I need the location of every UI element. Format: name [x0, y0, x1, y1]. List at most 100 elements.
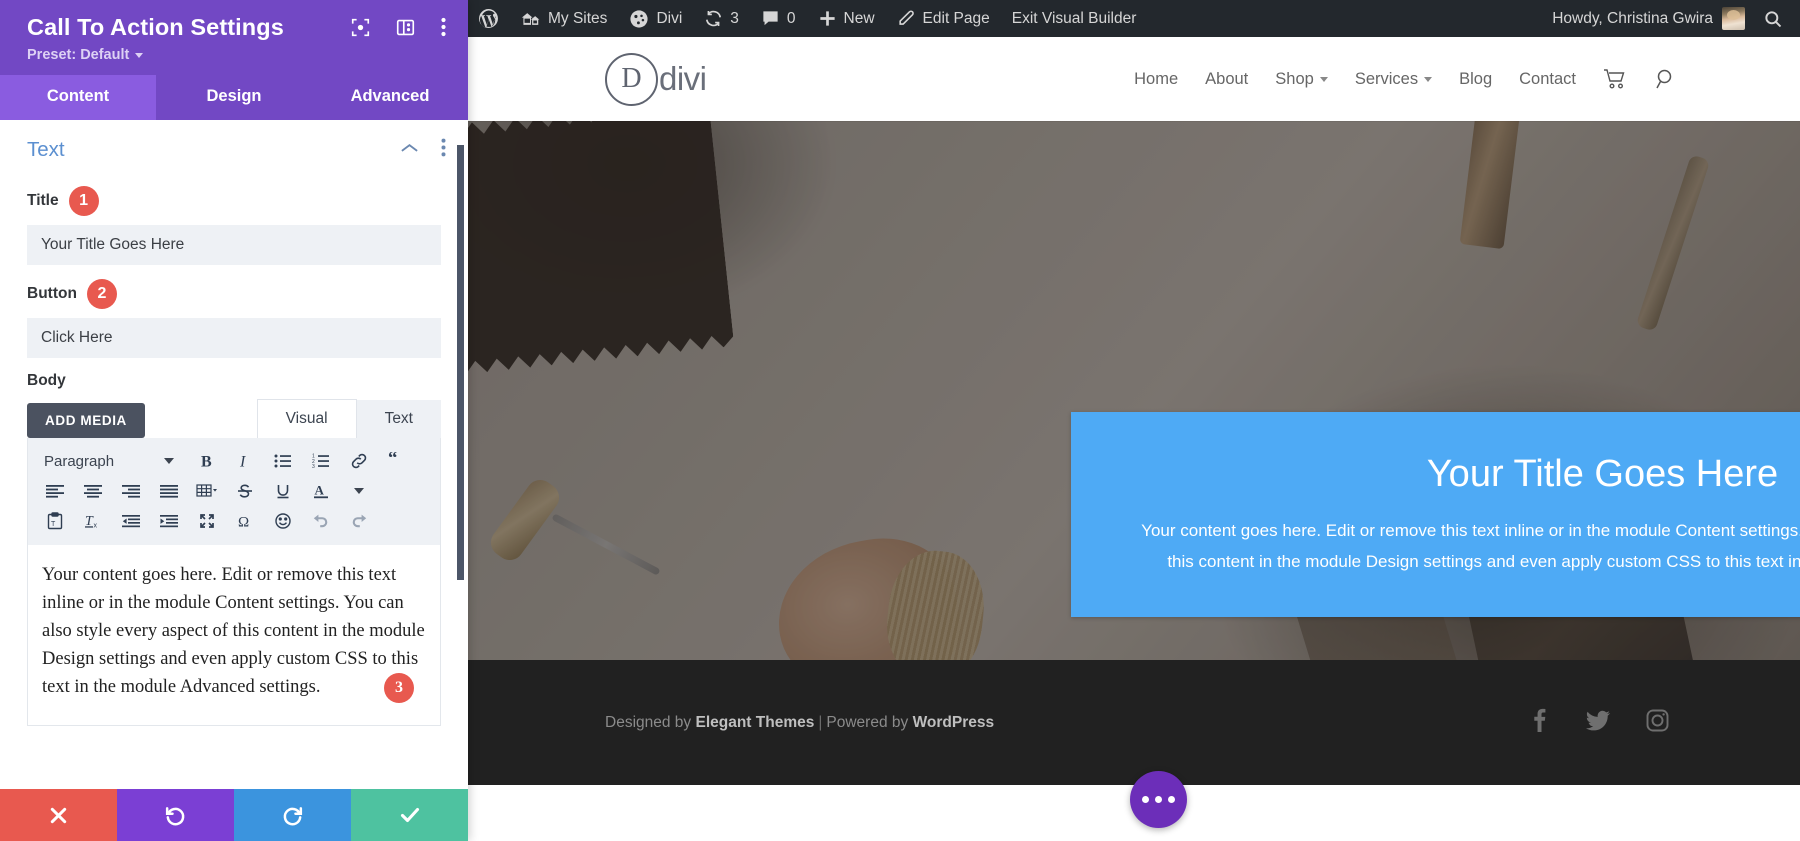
- adminbar-edit-page[interactable]: Edit Page: [886, 0, 1001, 37]
- chevron-up-icon[interactable]: [400, 141, 419, 159]
- tab-advanced[interactable]: Advanced: [312, 75, 468, 120]
- clear-formatting-icon[interactable]: Tx: [76, 506, 110, 536]
- preset-label: Preset: Default: [27, 47, 130, 63]
- redo-button[interactable]: [234, 789, 351, 841]
- nav-item-services[interactable]: Services: [1355, 70, 1433, 89]
- redo-icon[interactable]: [342, 506, 376, 536]
- nav-item-contact[interactable]: Contact: [1519, 70, 1576, 89]
- tab-design[interactable]: Design: [156, 75, 312, 120]
- annotation-badge-2: 2: [86, 279, 117, 309]
- instagram-icon[interactable]: [1645, 708, 1670, 738]
- divi-icon: [629, 9, 649, 29]
- adminbar-my-sites[interactable]: My Sites: [510, 0, 618, 37]
- editor-mode-tabs: Visual Text: [256, 399, 441, 438]
- focus-frame-icon[interactable]: [351, 18, 370, 37]
- text-color-icon[interactable]: A: [304, 476, 338, 506]
- adminbar-divi[interactable]: Divi: [618, 0, 693, 37]
- site-logo[interactable]: D divi: [605, 52, 707, 106]
- format-select-caret[interactable]: [152, 446, 186, 476]
- section-actions: [400, 138, 446, 162]
- save-button[interactable]: [351, 789, 468, 841]
- body-field-group: Body ADD MEDIA Visual Text Paragraph B I…: [0, 372, 468, 726]
- text-section-header: Text: [0, 120, 468, 172]
- add-media-button[interactable]: ADD MEDIA: [27, 403, 145, 438]
- undo-icon[interactable]: [304, 506, 338, 536]
- chevron-down-icon: [135, 52, 144, 58]
- chevron-down-icon: [1424, 76, 1433, 82]
- discard-changes-button[interactable]: [0, 789, 117, 841]
- tab-content[interactable]: Content: [0, 75, 156, 120]
- shopping-cart-icon[interactable]: [1603, 68, 1627, 90]
- button-text-input[interactable]: [27, 318, 441, 358]
- footer-separator: |: [818, 713, 823, 731]
- nav-item-blog[interactable]: Blog: [1459, 70, 1492, 89]
- panel-scrollbar[interactable]: [457, 145, 464, 580]
- align-center-icon[interactable]: [76, 476, 110, 506]
- adminbar-new[interactable]: New: [807, 0, 886, 37]
- cta-module[interactable]: Your Title Goes Here Your content goes h…: [1071, 412, 1800, 617]
- bold-icon[interactable]: B: [190, 446, 224, 476]
- svg-text:“: “: [388, 452, 398, 469]
- cta-body-text: Your content goes here. Edit or remove t…: [1141, 521, 1800, 572]
- undo-button[interactable]: [117, 789, 234, 841]
- search-icon[interactable]: [1654, 67, 1678, 91]
- body-field-label-row: Body: [27, 372, 441, 390]
- nav-item-about[interactable]: About: [1205, 70, 1248, 89]
- visual-builder-fab[interactable]: [1130, 771, 1187, 828]
- title-input[interactable]: [27, 225, 441, 265]
- footer-wordpress-link[interactable]: WordPress: [913, 714, 995, 731]
- align-left-icon[interactable]: [38, 476, 72, 506]
- paste-as-text-icon[interactable]: T: [38, 506, 72, 536]
- edit-pencil-icon: [897, 9, 916, 28]
- adminbar-wordpress-logo[interactable]: [468, 0, 510, 37]
- adminbar-howdy[interactable]: Howdy, Christina Gwira: [1542, 7, 1755, 30]
- fullscreen-icon[interactable]: [190, 506, 224, 536]
- layout-panel-icon[interactable]: [396, 18, 415, 37]
- nav-item-home[interactable]: Home: [1134, 70, 1178, 89]
- text-color-caret[interactable]: [342, 476, 376, 506]
- bulleted-list-icon[interactable]: [266, 446, 300, 476]
- adminbar-comments[interactable]: 0: [750, 0, 807, 37]
- adminbar-exit-visual-builder[interactable]: Exit Visual Builder: [1001, 0, 1148, 37]
- comments-icon: [761, 9, 780, 28]
- footer-elegant-themes-link[interactable]: Elegant Themes: [695, 714, 814, 731]
- kebab-menu-icon[interactable]: [441, 138, 446, 162]
- annotation-badge-3: 3: [384, 673, 414, 703]
- underline-icon[interactable]: [266, 476, 300, 506]
- special-character-icon[interactable]: Ω: [228, 506, 262, 536]
- plus-icon: [818, 9, 837, 28]
- italic-icon[interactable]: I: [228, 446, 262, 476]
- adminbar-new-label: New: [843, 9, 875, 27]
- button-field-label-row: Button 2: [27, 279, 441, 309]
- strikethrough-icon[interactable]: [228, 476, 262, 506]
- undo-arrow-icon: [164, 804, 187, 827]
- format-select[interactable]: Paragraph: [38, 453, 148, 470]
- emoji-icon[interactable]: [266, 506, 300, 536]
- link-icon[interactable]: [342, 446, 376, 476]
- numbered-list-icon[interactable]: 123: [304, 446, 338, 476]
- preset-selector[interactable]: Preset: Default: [27, 47, 446, 63]
- indent-icon[interactable]: [152, 506, 186, 536]
- adminbar-my-sites-label: My Sites: [548, 9, 608, 27]
- table-icon[interactable]: [190, 476, 224, 506]
- facebook-icon[interactable]: [1527, 707, 1551, 738]
- adminbar-comments-count: 0: [786, 9, 796, 27]
- align-justify-icon[interactable]: [152, 476, 186, 506]
- outdent-icon[interactable]: [114, 506, 148, 536]
- align-right-icon[interactable]: [114, 476, 148, 506]
- kebab-menu-icon[interactable]: [441, 17, 446, 37]
- divi-logo-text: divi: [659, 60, 707, 97]
- nav-label: Shop: [1275, 69, 1314, 88]
- twitter-icon[interactable]: [1585, 707, 1611, 738]
- title-field-group: Title 1: [0, 186, 468, 265]
- button-field-label: Button: [27, 285, 77, 302]
- updates-icon: [704, 9, 723, 28]
- adminbar-search[interactable]: [1755, 0, 1796, 37]
- nav-item-shop[interactable]: Shop: [1275, 70, 1328, 89]
- adminbar-updates[interactable]: 3: [693, 0, 750, 37]
- body-content-editor[interactable]: Your content goes here. Edit or remove t…: [28, 545, 440, 725]
- divi-logo-mark: D: [605, 52, 658, 106]
- tab-text-editor[interactable]: Text: [356, 400, 441, 438]
- tab-visual-editor[interactable]: Visual: [256, 399, 357, 438]
- blockquote-icon[interactable]: “: [380, 446, 414, 476]
